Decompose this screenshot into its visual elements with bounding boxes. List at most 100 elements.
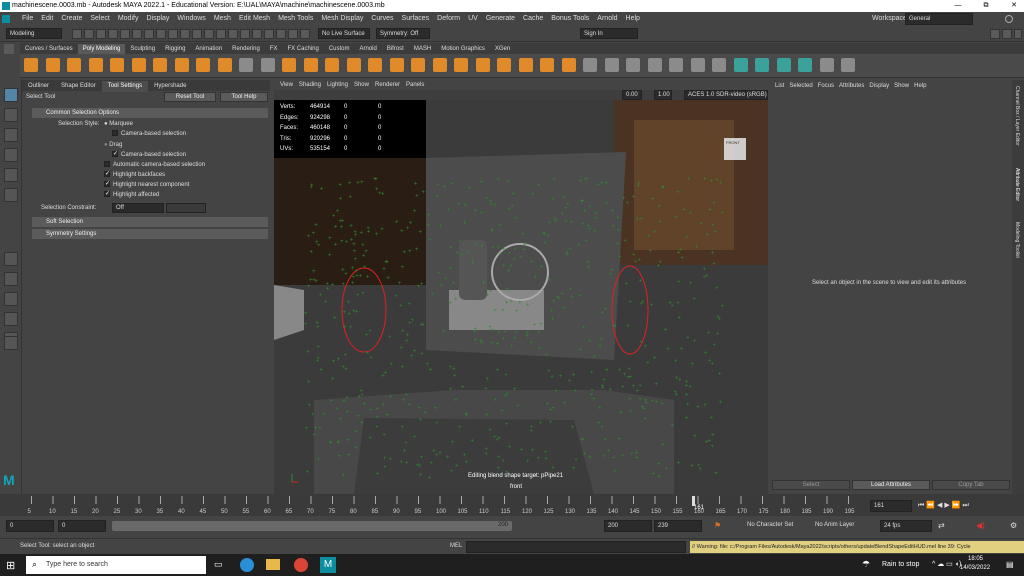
shelf-tool-icon[interactable] <box>432 58 447 72</box>
goto-end-icon[interactable]: ⏭ <box>963 502 971 509</box>
menu-item[interactable]: Deform <box>437 15 460 22</box>
symmetry-select[interactable]: Symmetry: Off <box>376 28 430 39</box>
status-tool-icon[interactable] <box>192 29 202 39</box>
anim-end-field[interactable]: 200 <box>604 520 652 532</box>
play-forward-icon[interactable]: ▶ <box>944 502 951 509</box>
fps-select[interactable]: 24 fps <box>880 520 932 532</box>
mel-label[interactable]: MEL <box>450 543 462 549</box>
marquee-radio[interactable]: ● Marquee <box>104 120 133 129</box>
shelf-tool-icon[interactable] <box>24 58 38 72</box>
maximize-button[interactable]: ⧉ <box>976 0 996 12</box>
status-tool-icon[interactable] <box>216 29 226 39</box>
ae-load-attributes-button[interactable]: Load Attributes <box>852 480 930 490</box>
shelf-tool-icon[interactable] <box>67 58 81 72</box>
color-space-select[interactable]: ACES 1.0 SDR-video (sRGB) <box>684 90 768 100</box>
shelf-tool-icon[interactable] <box>626 58 640 72</box>
scale-tool-icon[interactable] <box>4 188 18 202</box>
edge-icon[interactable] <box>240 558 254 572</box>
viewport[interactable]: View Shading Lighting Show Renderer Panels 0.… <box>274 80 768 494</box>
shelf-tool-icon[interactable] <box>239 58 253 72</box>
status-tool-icon[interactable] <box>108 29 118 39</box>
settings-icon[interactable] <box>1005 15 1013 23</box>
camera-based-selection-2-checkbox[interactable]: ✓ Camera-based selection <box>112 151 186 160</box>
shelf-tool-icon[interactable] <box>282 58 296 72</box>
status-tool-icon[interactable] <box>240 29 250 39</box>
menu-item[interactable]: Mesh Tools <box>278 15 313 22</box>
status-tool-icon[interactable] <box>72 29 82 39</box>
ae-menu-item[interactable]: Show <box>894 83 909 89</box>
shelf-tool-icon[interactable] <box>647 58 662 72</box>
panel-toggle-icon[interactable] <box>990 29 1000 39</box>
taskbar-search[interactable]: ⌕ Type here to search <box>26 556 206 574</box>
file-explorer-icon[interactable] <box>266 559 280 570</box>
reset-tool-button[interactable]: Reset Tool <box>164 92 216 102</box>
status-tool-icon[interactable] <box>156 29 166 39</box>
status-tool-icon[interactable] <box>168 29 178 39</box>
status-tool-icon[interactable] <box>300 29 310 39</box>
menu-item[interactable]: Create <box>61 15 82 22</box>
status-tool-icon[interactable] <box>264 29 274 39</box>
tool-help-button[interactable]: Tool Help <box>220 92 268 102</box>
exposure-field[interactable]: 0.00 <box>622 90 642 100</box>
command-line-input[interactable] <box>466 541 686 553</box>
side-tab-modeling-toolkit[interactable]: Modeling Toolkit <box>1014 222 1020 258</box>
workspace-select[interactable]: General <box>905 13 973 25</box>
character-set-select[interactable]: No Character Set <box>744 520 804 532</box>
status-tool-icon[interactable] <box>228 29 238 39</box>
task-view-icon[interactable]: ▭ <box>214 559 223 570</box>
menu-item[interactable]: Help <box>626 15 640 22</box>
panel-tab[interactable]: Shape Editor <box>55 81 102 92</box>
status-tool-icon[interactable] <box>144 29 154 39</box>
auto-key-icon[interactable]: ⚙ <box>1010 521 1017 530</box>
menu-item[interactable]: Select <box>90 15 109 22</box>
soft-selection-header[interactable]: Soft Selection <box>32 217 268 227</box>
status-tool-icon[interactable] <box>252 29 262 39</box>
outliner-layout-icon[interactable] <box>4 312 18 326</box>
step-forward-icon[interactable]: ⏩ <box>952 502 963 509</box>
range-slider[interactable] <box>112 521 512 531</box>
maya-taskbar-icon[interactable]: M <box>320 557 336 573</box>
camera-based-selection-checkbox[interactable]: Camera-based selection <box>112 130 186 139</box>
shelf-tool-icon[interactable] <box>669 58 683 72</box>
menu-item[interactable]: Display <box>146 15 169 22</box>
viewport-menu-item[interactable]: Panels <box>406 82 424 88</box>
viewport-menu-item[interactable]: Shading <box>299 82 321 88</box>
shelf-tool-icon[interactable] <box>260 58 275 72</box>
shelf-tool-icon[interactable] <box>497 58 511 72</box>
move-tool-icon[interactable] <box>4 148 18 162</box>
menu-item[interactable]: Edit <box>41 15 53 22</box>
two-view-layout-icon[interactable] <box>4 292 18 306</box>
menu-item[interactable]: Cache <box>523 15 543 22</box>
shelf-tool-icon[interactable] <box>712 58 726 72</box>
lasso-tool-icon[interactable] <box>4 108 18 122</box>
viewport-menu-item[interactable]: Lighting <box>327 82 348 88</box>
shelf-tool-icon[interactable] <box>368 58 382 72</box>
status-tool-icon[interactable] <box>180 29 190 39</box>
shelf-tool-icon[interactable] <box>174 58 189 72</box>
gamma-field[interactable]: 1.00 <box>654 90 672 100</box>
menu-item[interactable]: File <box>22 15 33 22</box>
shelf-tool-icon[interactable] <box>325 58 339 72</box>
mode-select[interactable]: Modeling <box>6 28 62 39</box>
status-tool-icon[interactable] <box>132 29 142 39</box>
shelf-tool-icon[interactable] <box>88 58 103 72</box>
live-surface-field[interactable]: No Live Surface <box>318 28 370 39</box>
shelf-tool-icon[interactable] <box>561 58 576 72</box>
panel-toggle-icon-2[interactable] <box>1002 29 1012 39</box>
anim-start-field[interactable]: 0 <box>58 520 106 532</box>
tray-icons[interactable]: ^ ☁ ▭ ◖) <box>932 560 961 568</box>
current-frame-field[interactable]: 161 <box>870 500 912 512</box>
status-tool-icon[interactable] <box>276 29 286 39</box>
status-tool-icon[interactable] <box>204 29 214 39</box>
menu-item[interactable]: Mesh Display <box>321 15 363 22</box>
menu-item[interactable]: Windows <box>177 15 205 22</box>
status-tool-icon[interactable] <box>120 29 130 39</box>
paint-select-tool-icon[interactable] <box>4 128 18 142</box>
shelf-tool-icon[interactable] <box>411 58 425 72</box>
highlight-nearest-checkbox[interactable]: ✓ Highlight nearest component <box>104 181 189 190</box>
time-slider[interactable]: 5 10 15 20 25 30 35 40 45 50 55 60 65 70 75 80 85 90 95 100… <box>0 494 1024 516</box>
shelf-tool-icon[interactable] <box>45 58 60 72</box>
shelf-tool-icon[interactable] <box>798 58 812 72</box>
symmetry-settings-header[interactable]: Symmetry Settings <box>32 229 268 239</box>
ae-menu-item[interactable]: Display <box>869 83 889 89</box>
